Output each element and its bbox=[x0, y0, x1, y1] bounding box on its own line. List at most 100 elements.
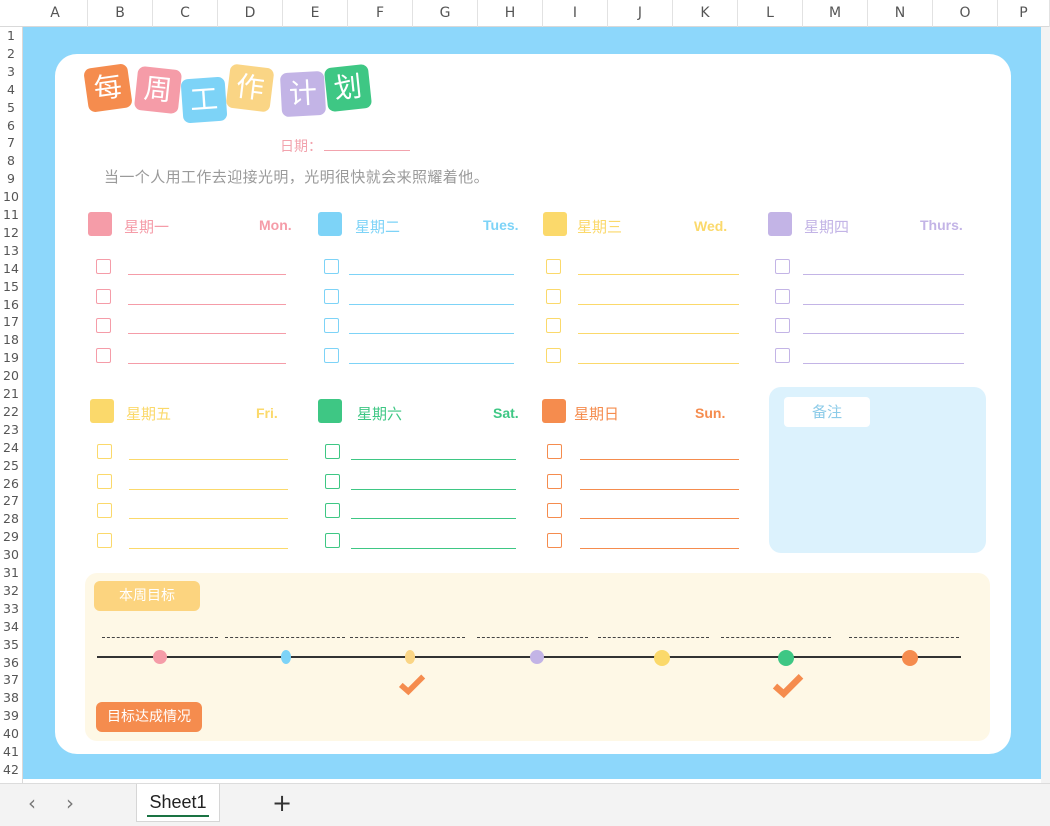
task-line[interactable] bbox=[129, 518, 288, 519]
task-line[interactable] bbox=[351, 518, 516, 519]
task-line[interactable] bbox=[578, 362, 739, 364]
task-checkbox[interactable] bbox=[324, 259, 339, 274]
row-header[interactable]: 42 bbox=[0, 761, 22, 779]
task-line[interactable] bbox=[128, 333, 286, 334]
row-header[interactable]: 13 bbox=[0, 242, 22, 260]
date-field[interactable]: 日期： bbox=[280, 136, 410, 156]
row-header[interactable]: 9 bbox=[0, 170, 22, 188]
vertical-scrollbar[interactable] bbox=[1041, 27, 1050, 783]
task-checkbox[interactable] bbox=[324, 318, 339, 333]
task-checkbox[interactable] bbox=[325, 444, 340, 459]
task-checkbox[interactable] bbox=[96, 318, 111, 333]
task-line[interactable] bbox=[351, 488, 516, 490]
column-header[interactable]: N bbox=[868, 0, 933, 27]
row-header[interactable]: 14 bbox=[0, 260, 22, 278]
row-header[interactable]: 38 bbox=[0, 689, 22, 707]
row-header[interactable]: 2 bbox=[0, 45, 22, 63]
column-header[interactable]: G bbox=[413, 0, 478, 27]
row-header[interactable]: 8 bbox=[0, 152, 22, 170]
column-header[interactable]: D bbox=[218, 0, 283, 27]
row-header[interactable]: 12 bbox=[0, 224, 22, 242]
task-line[interactable] bbox=[578, 303, 739, 305]
timeline-dot[interactable] bbox=[902, 650, 918, 666]
task-line[interactable] bbox=[578, 274, 739, 275]
task-checkbox[interactable] bbox=[547, 532, 562, 548]
task-checkbox[interactable] bbox=[324, 347, 339, 363]
row-header[interactable]: 32 bbox=[0, 582, 22, 600]
row-header[interactable]: 33 bbox=[0, 600, 22, 618]
task-checkbox[interactable] bbox=[547, 444, 562, 459]
row-header[interactable]: 35 bbox=[0, 636, 22, 654]
task-checkbox[interactable] bbox=[546, 318, 561, 333]
row-header[interactable]: 36 bbox=[0, 654, 22, 672]
task-checkbox[interactable] bbox=[97, 473, 112, 489]
row-header[interactable]: 24 bbox=[0, 439, 22, 457]
row-header[interactable]: 25 bbox=[0, 457, 22, 475]
row-header[interactable]: 22 bbox=[0, 403, 22, 421]
task-line[interactable] bbox=[349, 303, 514, 305]
add-sheet-icon[interactable]: + bbox=[268, 790, 296, 818]
task-checkbox[interactable] bbox=[97, 532, 112, 548]
task-checkbox[interactable] bbox=[96, 288, 111, 304]
row-header[interactable]: 28 bbox=[0, 510, 22, 528]
column-header[interactable]: H bbox=[478, 0, 543, 27]
timeline-dot[interactable] bbox=[530, 650, 544, 664]
column-header[interactable]: A bbox=[23, 0, 88, 27]
row-header[interactable]: 34 bbox=[0, 618, 22, 636]
task-line[interactable] bbox=[129, 547, 288, 549]
task-checkbox[interactable] bbox=[97, 444, 112, 459]
sheet-tab[interactable]: Sheet1 bbox=[136, 784, 220, 822]
timeline-dot[interactable] bbox=[778, 650, 794, 666]
task-checkbox[interactable] bbox=[546, 259, 561, 274]
column-header[interactable]: F bbox=[348, 0, 413, 27]
row-header[interactable]: 18 bbox=[0, 331, 22, 349]
column-header[interactable]: M bbox=[803, 0, 868, 27]
task-line[interactable] bbox=[580, 518, 739, 519]
task-line[interactable] bbox=[128, 303, 286, 305]
timeline-dot[interactable] bbox=[654, 650, 670, 666]
row-header[interactable]: 30 bbox=[0, 546, 22, 564]
prev-sheet-icon[interactable]: ‹ bbox=[20, 792, 44, 816]
next-sheet-icon[interactable]: › bbox=[58, 792, 82, 816]
task-checkbox[interactable] bbox=[97, 503, 112, 518]
timeline-dot[interactable] bbox=[281, 650, 291, 664]
row-header[interactable]: 16 bbox=[0, 296, 22, 314]
task-checkbox[interactable] bbox=[324, 288, 339, 304]
row-header[interactable]: 3 bbox=[0, 63, 22, 81]
task-checkbox[interactable] bbox=[775, 347, 790, 363]
task-checkbox[interactable] bbox=[325, 532, 340, 548]
task-line[interactable] bbox=[129, 459, 288, 460]
task-line[interactable] bbox=[803, 303, 964, 305]
row-header[interactable]: 15 bbox=[0, 278, 22, 296]
row-header[interactable]: 29 bbox=[0, 528, 22, 546]
column-header[interactable]: I bbox=[543, 0, 608, 27]
row-header[interactable]: 1 bbox=[0, 27, 22, 45]
column-header[interactable]: B bbox=[88, 0, 153, 27]
column-header[interactable]: P bbox=[998, 0, 1050, 27]
row-header[interactable]: 39 bbox=[0, 707, 22, 725]
task-line[interactable] bbox=[580, 459, 739, 460]
task-line[interactable] bbox=[129, 488, 288, 490]
row-header[interactable]: 21 bbox=[0, 385, 22, 403]
task-line[interactable] bbox=[349, 362, 514, 364]
column-header[interactable]: K bbox=[673, 0, 738, 27]
column-header[interactable]: L bbox=[738, 0, 803, 27]
task-checkbox[interactable] bbox=[775, 288, 790, 304]
task-checkbox[interactable] bbox=[775, 259, 790, 274]
row-header[interactable]: 23 bbox=[0, 421, 22, 439]
column-header[interactable]: C bbox=[153, 0, 218, 27]
notes-panel[interactable]: 备注 bbox=[769, 387, 986, 553]
task-line[interactable] bbox=[578, 333, 739, 334]
task-line[interactable] bbox=[580, 547, 739, 549]
task-line[interactable] bbox=[128, 274, 286, 275]
task-checkbox[interactable] bbox=[96, 259, 111, 274]
task-line[interactable] bbox=[803, 333, 964, 334]
row-header[interactable]: 11 bbox=[0, 206, 22, 224]
row-header[interactable]: 20 bbox=[0, 367, 22, 385]
row-header[interactable]: 40 bbox=[0, 725, 22, 743]
task-line[interactable] bbox=[128, 362, 286, 364]
timeline-dot[interactable] bbox=[405, 650, 415, 664]
task-checkbox[interactable] bbox=[775, 318, 790, 333]
row-header[interactable]: 17 bbox=[0, 313, 22, 331]
task-line[interactable] bbox=[351, 459, 516, 460]
